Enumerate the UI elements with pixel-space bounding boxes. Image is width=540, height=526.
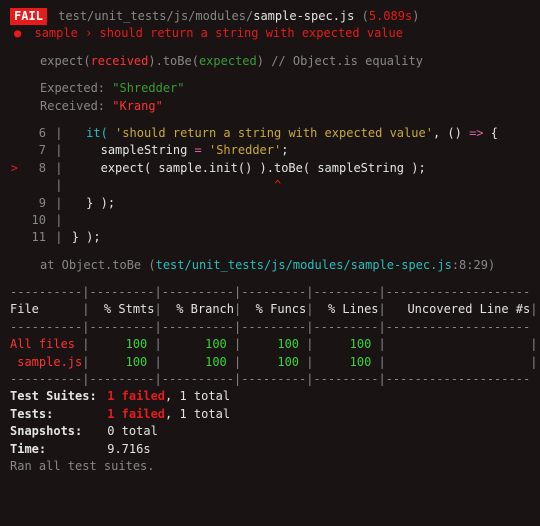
assertion-message: expect(received).toBe(expected) // Objec… bbox=[10, 53, 530, 70]
suite-name: sample bbox=[34, 26, 77, 40]
stack-file: test/unit_tests/js/modules/sample-spec.j… bbox=[156, 258, 452, 272]
code-line: | ^ bbox=[10, 177, 530, 194]
test-title: should return a string with expected val… bbox=[100, 26, 403, 40]
stack-trace: at Object.toBe (test/unit_tests/js/modul… bbox=[10, 257, 530, 274]
code-line: 10 | bbox=[10, 212, 530, 229]
code-line: >8 | expect( sample.init() ).toBe( sampl… bbox=[10, 160, 530, 177]
summary-suites: Test Suites: 1 failed, 1 total bbox=[10, 388, 530, 405]
test-duration: 5.089s bbox=[369, 9, 412, 23]
test-path-file: sample-spec.js bbox=[253, 9, 354, 23]
code-line: 6 | it( 'should return a string with exp… bbox=[10, 125, 530, 142]
coverage-table: ----------|---------|----------|--------… bbox=[10, 284, 530, 388]
fail-badge: FAIL bbox=[10, 8, 47, 25]
summary-tests: Tests: 1 failed, 1 total bbox=[10, 406, 530, 423]
received-line: Received: "Krang" bbox=[10, 98, 530, 115]
expected-line: Expected: "Shredder" bbox=[10, 80, 530, 97]
test-path-dir: test/unit_tests/js/modules/ bbox=[58, 9, 253, 23]
code-frame: 6 | it( 'should return a string with exp… bbox=[10, 125, 530, 247]
received-value: "Krang" bbox=[112, 99, 163, 113]
result-header: FAIL test/unit_tests/js/modules/sample-s… bbox=[10, 8, 530, 25]
summary-time: Time: 9.716s bbox=[10, 441, 530, 458]
summary-snapshots: Snapshots: 0 total bbox=[10, 423, 530, 440]
failing-test-line: ● sample › should return a string with e… bbox=[10, 25, 530, 42]
code-line: 7 | sampleString = 'Shredder'; bbox=[10, 142, 530, 159]
code-line: 9 | } ); bbox=[10, 195, 530, 212]
code-line: 11 | } ); bbox=[10, 229, 530, 246]
bullet-icon: ● bbox=[14, 26, 21, 40]
summary-footer: Ran all test suites. bbox=[10, 458, 530, 475]
expected-value: "Shredder" bbox=[112, 81, 184, 95]
